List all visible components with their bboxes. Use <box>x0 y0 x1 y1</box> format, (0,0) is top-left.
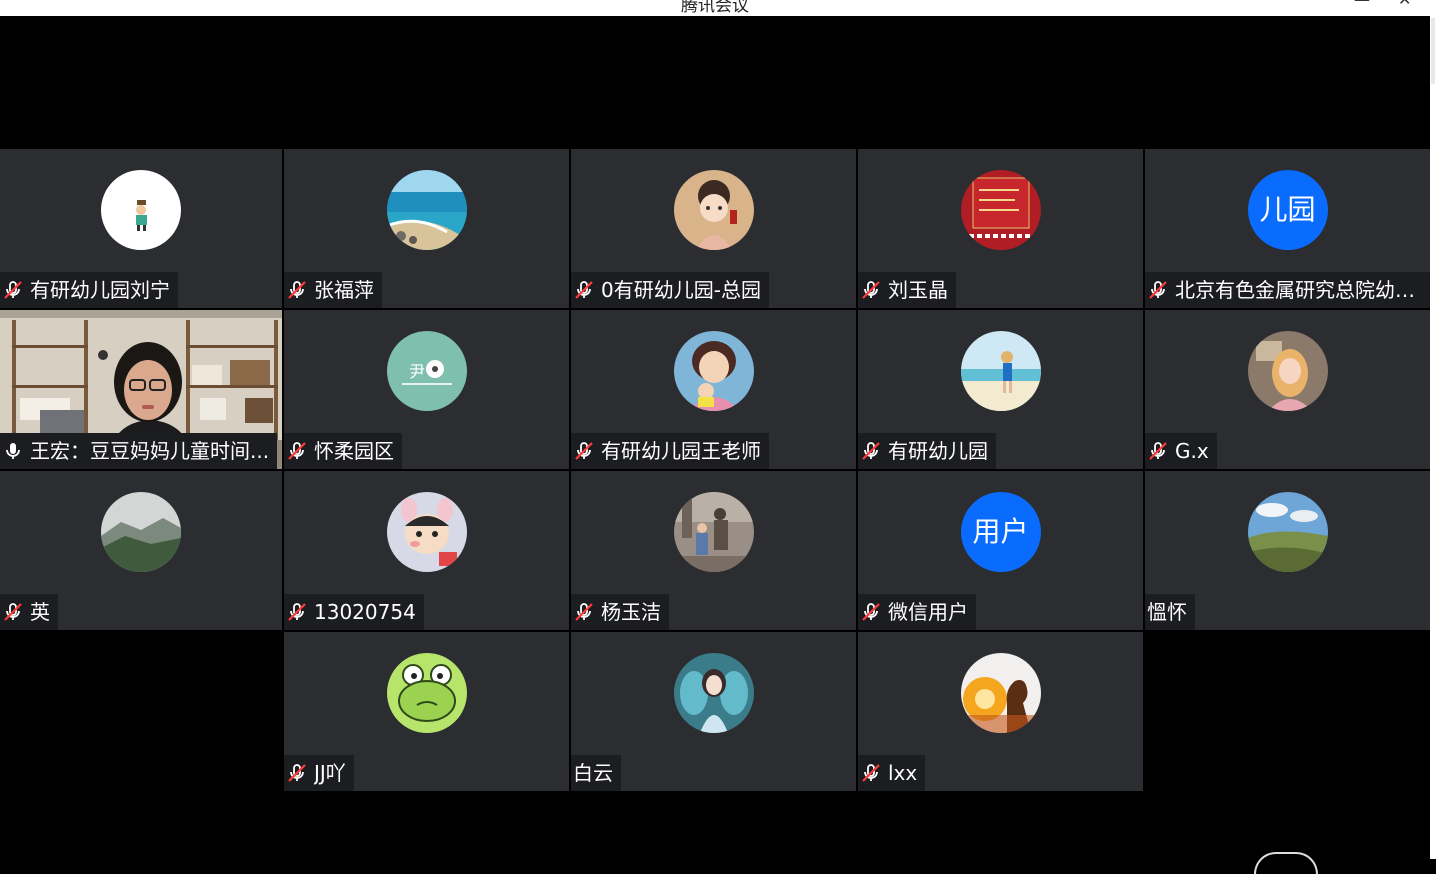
participant-tile[interactable]: 慍怀 <box>1145 471 1430 630</box>
mountain-avatar <box>101 492 181 572</box>
participant-name: 0有研幼儿园-总园 <box>601 278 761 302</box>
mic-muted-icon <box>288 281 306 299</box>
participant-tile[interactable]: 英 <box>0 471 282 630</box>
text-avatar: 用户 <box>960 492 1041 572</box>
participant-name-label: 刘玉晶 <box>858 272 956 308</box>
participant-name: lxx <box>888 761 918 785</box>
red-greeting-avatar <box>960 170 1041 250</box>
participant-tile[interactable]: 用户 微信用户 <box>858 471 1143 630</box>
participant-name-label: 13020754 <box>284 594 424 630</box>
mic-muted-icon <box>4 603 22 621</box>
participant-tile[interactable]: 尹 怀柔园区 <box>284 310 569 469</box>
participant-name-label: G.x <box>1145 433 1217 469</box>
participant-name-label: 张福萍 <box>284 272 382 308</box>
statue-photo-avatar <box>673 492 754 572</box>
sheep-logo-avatar: 尹 <box>386 331 467 411</box>
mic-active-icon <box>6 443 20 459</box>
minimize-button[interactable]: — <box>1354 0 1370 9</box>
participant-name: G.x <box>1175 439 1209 463</box>
participant-tile[interactable]: 刘玉晶 <box>858 149 1143 308</box>
sunset-silhouette-avatar <box>960 653 1041 733</box>
participant-tile[interactable]: 13020754 <box>284 471 569 630</box>
mic-muted-icon <box>288 442 306 460</box>
close-button[interactable]: ✕ <box>1398 0 1411 9</box>
participant-name-label: 微信用户 <box>858 594 976 630</box>
participant-tile[interactable]: 有研幼儿园 <box>858 310 1143 469</box>
participant-name-label: lxx <box>858 755 926 791</box>
mic-muted-icon <box>575 281 593 299</box>
window-titlebar: 腾讯会议 — ✕ <box>0 0 1430 16</box>
participant-name-label: 北京有色金属研究总院幼儿园 <box>1145 272 1430 308</box>
cartoon-person-avatar <box>101 170 181 250</box>
window-right-edge <box>1430 0 1436 859</box>
participant-name-label: 王宏：豆豆妈妈儿童时间... <box>0 433 278 469</box>
floating-control-edge[interactable] <box>1254 852 1318 874</box>
hills-landscape-avatar <box>1247 492 1328 572</box>
participant-name: 微信用户 <box>888 600 968 624</box>
participant-tile[interactable]: 白云 <box>571 632 856 791</box>
participant-name: 有研幼儿园 <box>888 439 988 463</box>
scrollbar[interactable] <box>1431 18 1435 84</box>
mic-muted-icon <box>862 603 880 621</box>
participant-grid: 有研幼儿园刘宁 张福萍 0有研幼儿园-总园 刘玉晶 儿园 北京有色金属研究总院幼… <box>0 149 1430 793</box>
participant-name: 慍怀 <box>1147 600 1187 624</box>
mic-muted-icon <box>288 603 306 621</box>
participant-tile[interactable]: 张福萍 <box>284 149 569 308</box>
participant-name: 白云 <box>573 761 613 785</box>
participant-name-label: 有研幼儿园刘宁 <box>0 272 178 308</box>
mic-muted-icon <box>862 281 880 299</box>
participant-name-label: 杨玉洁 <box>571 594 669 630</box>
mic-muted-icon <box>575 603 593 621</box>
crayon-boy-avatar <box>386 492 467 572</box>
participant-name: JJ吖 <box>314 761 346 785</box>
participant-name-label: 有研幼儿园王老师 <box>571 433 769 469</box>
participant-tile[interactable]: JJ吖 <box>284 632 569 791</box>
participant-name: 王宏：豆豆妈妈儿童时间... <box>30 439 270 463</box>
mic-muted-icon <box>4 281 22 299</box>
participant-tile[interactable]: 杨玉洁 <box>571 471 856 630</box>
participant-name: 北京有色金属研究总院幼儿园 <box>1175 278 1430 302</box>
participant-name: 怀柔园区 <box>314 439 394 463</box>
participant-name-label: 慍怀 <box>1145 594 1195 630</box>
mic-muted-icon <box>575 442 593 460</box>
mic-muted-icon <box>1149 442 1167 460</box>
chinese-girl-avatar <box>673 170 754 250</box>
text-avatar: 儿园 <box>1247 170 1328 250</box>
sea-beach-avatar <box>386 170 467 250</box>
participant-name-label: 英 <box>0 594 58 630</box>
video-tile[interactable]: 王宏：豆豆妈妈儿童时间... <box>0 310 282 469</box>
beach-person-avatar <box>960 331 1041 411</box>
participant-name-label: JJ吖 <box>284 755 354 791</box>
participant-name: 刘玉晶 <box>888 278 948 302</box>
participant-tile[interactable]: 有研幼儿园刘宁 <box>0 149 282 308</box>
mic-muted-icon <box>862 442 880 460</box>
participant-name-label: 怀柔园区 <box>284 433 402 469</box>
svg-text:尹: 尹 <box>409 362 425 381</box>
girl-illustration-avatar <box>1247 331 1328 411</box>
participant-name: 有研幼儿园王老师 <box>601 439 761 463</box>
participant-tile[interactable]: 0有研幼儿园-总园 <box>571 149 856 308</box>
mic-muted-icon <box>862 764 880 782</box>
participant-name-label: 白云 <box>571 755 621 791</box>
participant-name-label: 0有研幼儿园-总园 <box>571 272 769 308</box>
fairy-girl-avatar <box>673 653 754 733</box>
participant-name: 张福萍 <box>314 278 374 302</box>
window-title: 腾讯会议 <box>681 0 749 16</box>
mic-muted-icon <box>1149 281 1167 299</box>
participant-name: 13020754 <box>314 600 416 624</box>
participant-tile[interactable]: lxx <box>858 632 1143 791</box>
participant-name: 英 <box>30 600 50 624</box>
participant-name: 杨玉洁 <box>601 600 661 624</box>
participant-tile[interactable]: 有研幼儿园王老师 <box>571 310 856 469</box>
participant-tile[interactable]: 儿园 北京有色金属研究总院幼儿园 <box>1145 149 1430 308</box>
mic-muted-icon <box>288 764 306 782</box>
participant-tile[interactable]: G.x <box>1145 310 1430 469</box>
frog-avatar <box>386 653 467 733</box>
participant-name-label: 有研幼儿园 <box>858 433 996 469</box>
participant-name: 有研幼儿园刘宁 <box>30 278 170 302</box>
cartoon-mother-avatar <box>673 331 754 411</box>
